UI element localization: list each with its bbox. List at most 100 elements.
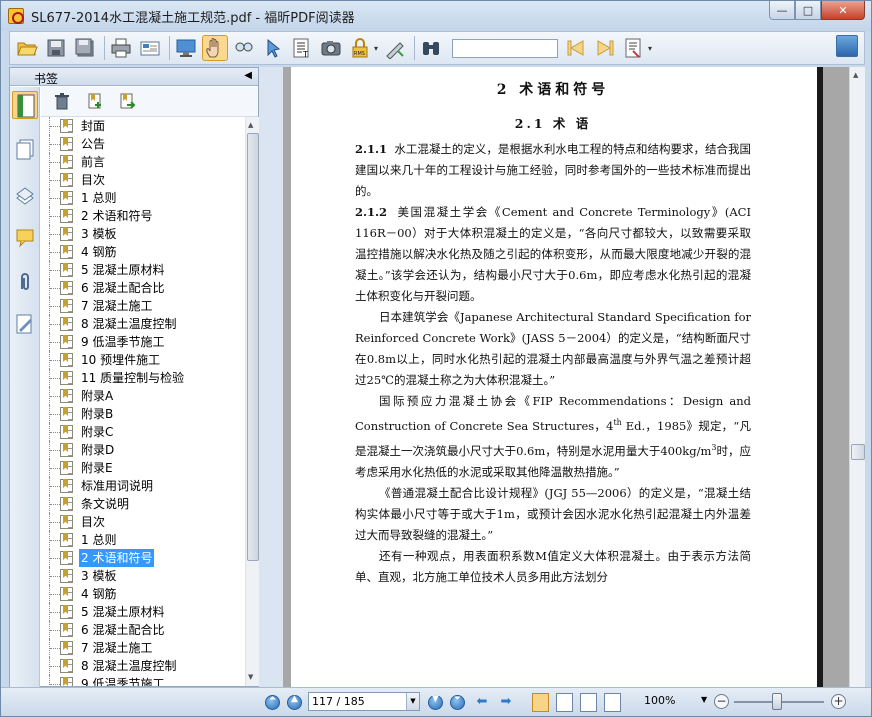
rms-lock-icon[interactable]: RMS — [347, 35, 373, 61]
bookmark-item[interactable]: 7 混凝土施工 — [41, 639, 245, 657]
zoom-out-button[interactable]: − — [714, 694, 729, 709]
sign-icon[interactable] — [382, 35, 408, 61]
previous-page-icon[interactable]: ▲ — [287, 694, 302, 710]
bookmark-item[interactable]: 5 混凝土原材料 — [41, 261, 245, 279]
zoom-in-button[interactable]: + — [831, 694, 846, 709]
bookmark-item[interactable]: 11 质量控制与检验 — [41, 369, 245, 387]
email-icon[interactable] — [137, 35, 163, 61]
zoom-tool-icon[interactable] — [231, 35, 257, 61]
expand-window-icon[interactable] — [836, 35, 858, 57]
toolbar-separator — [104, 36, 105, 60]
next-page-icon[interactable]: ▼ — [428, 694, 443, 710]
bookmark-item[interactable]: 4 钢筋 — [41, 585, 245, 603]
zoom-slider-thumb[interactable] — [772, 693, 782, 710]
bookmark-item[interactable]: 9 低温季节施工 — [41, 333, 245, 351]
bookmark-item[interactable]: 3 模板 — [41, 567, 245, 585]
bookmark-item[interactable]: 附录C — [41, 423, 245, 441]
bookmark-item[interactable]: 2 术语和符号 — [41, 549, 245, 567]
page-number-field[interactable]: 117 / 185 ▼ — [308, 692, 420, 711]
tree-connector — [49, 387, 60, 405]
paragraph-jgj: 《普通混凝土配合比设计规程》(JGJ 55—2006）的定义是，“混凝土结构实体… — [355, 485, 751, 542]
page-dropdown-icon[interactable]: ▼ — [406, 693, 419, 710]
scroll-down-arrow[interactable]: ▼ — [248, 673, 253, 681]
search-options-icon[interactable] — [621, 35, 647, 61]
delete-bookmark-icon[interactable] — [53, 92, 71, 110]
go-back-icon[interactable]: ⬅ — [473, 694, 491, 710]
bookmark-scrollbar[interactable]: ▲ ▼ — [245, 117, 259, 686]
text-select-icon[interactable]: T — [289, 35, 315, 61]
bookmark-item[interactable]: 附录E — [41, 459, 245, 477]
document-scrollbar[interactable]: ▲ — [849, 67, 865, 687]
bookmark-label: 8 混凝土温度控制 — [81, 317, 177, 331]
bookmark-item[interactable]: 5 混凝土原材料 — [41, 603, 245, 621]
zoom-dropdown-icon[interactable]: ▼ — [701, 695, 707, 704]
continuous-facing-view-icon[interactable] — [604, 693, 621, 712]
facing-view-icon[interactable] — [580, 693, 597, 712]
snapshot-icon[interactable] — [318, 35, 344, 61]
add-child-bookmark-icon[interactable] — [118, 92, 136, 110]
bookmark-item[interactable]: 10 预埋件施工 — [41, 351, 245, 369]
print-icon[interactable] — [108, 35, 134, 61]
search-options-dropdown-icon[interactable]: ▾ — [648, 44, 652, 53]
bookmark-label: 附录B — [81, 407, 114, 421]
document-view[interactable]: 2 术语和符号 2.1 术 语 2.1.1 水工混凝土的定义，是根据水利水电工程… — [283, 67, 849, 687]
rms-dropdown-icon[interactable]: ▾ — [374, 44, 378, 53]
next-result-icon[interactable] — [592, 35, 618, 61]
bookmark-item[interactable]: 9 低温季节施工 — [41, 675, 245, 686]
bookmark-item[interactable]: 8 混凝土温度控制 — [41, 315, 245, 333]
first-page-icon[interactable]: ⏶ — [265, 694, 280, 710]
layers-icon[interactable] — [15, 184, 35, 206]
bookmark-item[interactable]: 目次 — [41, 171, 245, 189]
bookmark-item[interactable]: 7 混凝土施工 — [41, 297, 245, 315]
bookmark-item[interactable]: 封面 — [41, 117, 245, 135]
bookmark-item[interactable]: 3 模板 — [41, 225, 245, 243]
bookmark-item[interactable]: 4 钢筋 — [41, 243, 245, 261]
panel-splitter[interactable] — [259, 67, 283, 687]
select-arrow-icon[interactable] — [260, 35, 286, 61]
close-button[interactable]: ✕ — [821, 1, 865, 20]
scroll-up-arrow[interactable]: ▲ — [248, 121, 253, 129]
bookmark-item[interactable]: 前言 — [41, 153, 245, 171]
find-input[interactable] — [452, 38, 559, 58]
save-all-icon[interactable] — [72, 35, 98, 61]
clause-number: 2.1.2 — [355, 205, 388, 219]
bookmark-item[interactable]: 1 总则 — [41, 189, 245, 207]
bookmark-item[interactable]: 标准用词说明 — [41, 477, 245, 495]
zoom-level[interactable]: 100% — [644, 694, 675, 707]
bookmark-item[interactable]: 公告 — [41, 135, 245, 153]
bookmark-item[interactable]: 6 混凝土配合比 — [41, 621, 245, 639]
pages-icon[interactable] — [15, 139, 35, 161]
bookmark-item[interactable]: 8 混凝土温度控制 — [41, 657, 245, 675]
bookmark-item[interactable]: 目次 — [41, 513, 245, 531]
single-page-view-icon[interactable] — [532, 693, 549, 712]
bookmark-item[interactable]: 2 术语和符号 — [41, 207, 245, 225]
bookmark-item[interactable]: 附录B — [41, 405, 245, 423]
add-bookmark-icon[interactable] — [86, 92, 104, 110]
go-forward-icon[interactable]: ➡ — [497, 694, 515, 710]
open-folder-icon[interactable] — [14, 35, 40, 61]
bookmarks-icon[interactable] — [12, 91, 38, 119]
continuous-view-icon[interactable] — [556, 693, 573, 712]
bookmark-item[interactable]: 条文说明 — [41, 495, 245, 513]
bookmark-item[interactable]: 6 混凝土配合比 — [41, 279, 245, 297]
find-binoculars-icon[interactable] — [418, 35, 444, 61]
bookmark-page-icon — [60, 281, 73, 295]
signatures-icon[interactable] — [15, 313, 35, 335]
comments-icon[interactable] — [15, 227, 35, 249]
attachments-icon[interactable] — [15, 271, 35, 293]
scroll-up-arrow[interactable]: ▲ — [853, 71, 858, 79]
hand-tool-icon[interactable] — [202, 35, 228, 61]
bookmark-scroll-thumb[interactable] — [247, 133, 259, 561]
page-shadow-edge — [817, 67, 823, 687]
minimize-button[interactable]: — — [769, 1, 795, 20]
document-scroll-thumb[interactable] — [851, 444, 865, 460]
prev-result-icon[interactable] — [563, 35, 589, 61]
maximize-button[interactable]: □ — [795, 1, 821, 20]
collapse-panel-icon[interactable]: ◀ — [244, 70, 252, 81]
bookmark-item[interactable]: 附录A — [41, 387, 245, 405]
bookmark-item[interactable]: 1 总则 — [41, 531, 245, 549]
fullscreen-icon[interactable] — [173, 35, 199, 61]
save-icon[interactable] — [43, 35, 69, 61]
last-page-icon[interactable]: ⏷ — [450, 694, 465, 710]
bookmark-item[interactable]: 附录D — [41, 441, 245, 459]
